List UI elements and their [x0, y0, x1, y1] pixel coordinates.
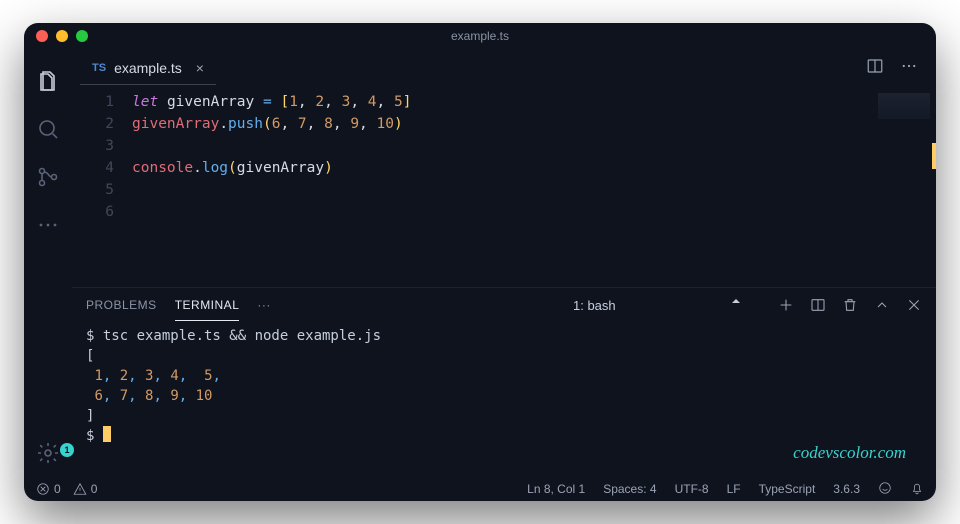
explorer-icon[interactable] [34, 67, 62, 95]
panel-tab-problems[interactable]: PROBLEMS [86, 290, 157, 320]
more-icon[interactable] [34, 211, 62, 239]
code-content[interactable]: let givenArray = [1, 2, 3, 4, 5]givenArr… [132, 91, 411, 279]
ts-version[interactable]: 3.6.3 [833, 482, 860, 496]
editor-tabs: TS example.ts × [72, 49, 936, 87]
editor-window: example.ts 1 TS [24, 23, 936, 501]
terminal-content[interactable]: $ tsc example.ts && node example.js[ 1, … [72, 322, 936, 477]
search-icon[interactable] [34, 115, 62, 143]
split-editor-icon[interactable] [866, 57, 884, 80]
line-number: 5 [72, 179, 114, 201]
errors-indicator[interactable]: 0 [36, 482, 61, 496]
maximize-panel-icon[interactable] [874, 297, 890, 313]
window-title: example.ts [24, 29, 936, 43]
line-number: 1 [72, 91, 114, 113]
encoding[interactable]: UTF-8 [675, 482, 709, 496]
line-number: 2 [72, 113, 114, 135]
activity-bar: 1 [24, 49, 72, 477]
language-mode[interactable]: TypeScript [759, 482, 816, 496]
eol[interactable]: LF [727, 482, 741, 496]
terminal-cursor [103, 426, 111, 442]
tab-lang-badge: TS [92, 62, 106, 74]
warnings-indicator[interactable]: 0 [73, 482, 98, 496]
line-number-gutter: 123456 [72, 91, 132, 279]
kill-terminal-icon[interactable] [842, 297, 858, 313]
code-line[interactable]: let givenArray = [1, 2, 3, 4, 5] [132, 91, 411, 113]
cursor-position[interactable]: Ln 8, Col 1 [527, 482, 585, 496]
tab-close-icon[interactable]: × [196, 60, 204, 76]
bottom-panel: PROBLEMS TERMINAL ··· 1: bash $ [72, 287, 936, 477]
overview-ruler-mark [932, 143, 936, 169]
editor-more-icon[interactable] [900, 57, 918, 80]
tab-filename: example.ts [114, 60, 182, 76]
new-terminal-icon[interactable] [778, 297, 794, 313]
status-bar: 0 0 Ln 8, Col 1 Spaces: 4 UTF-8 LF TypeS… [24, 477, 936, 501]
source-control-icon[interactable] [34, 163, 62, 191]
settings-gear-icon[interactable]: 1 [34, 439, 62, 467]
notifications-icon[interactable] [910, 481, 924, 498]
terminal-shell-value[interactable]: 1: bash [566, 295, 746, 316]
indent-setting[interactable]: Spaces: 4 [603, 482, 656, 496]
split-terminal-icon[interactable] [810, 297, 826, 313]
titlebar: example.ts [24, 23, 936, 49]
line-number: 6 [72, 201, 114, 223]
panel-tab-terminal[interactable]: TERMINAL [175, 290, 240, 321]
feedback-icon[interactable] [878, 481, 892, 498]
code-line[interactable] [132, 179, 411, 201]
line-number: 3 [72, 135, 114, 157]
line-number: 4 [72, 157, 114, 179]
code-line[interactable]: console.log(givenArray) [132, 157, 411, 179]
close-panel-icon[interactable] [906, 297, 922, 313]
code-line[interactable]: givenArray.push(6, 7, 8, 9, 10) [132, 113, 411, 135]
code-line[interactable] [132, 201, 411, 223]
code-editor[interactable]: 123456 let givenArray = [1, 2, 3, 4, 5]g… [72, 87, 936, 287]
minimap[interactable] [878, 93, 930, 119]
panel-tab-more[interactable]: ··· [257, 290, 271, 320]
settings-badge: 1 [60, 443, 74, 457]
code-line[interactable] [132, 135, 411, 157]
terminal-shell-select[interactable]: 1: bash [566, 295, 746, 316]
tab-example-ts[interactable]: TS example.ts × [80, 51, 216, 85]
